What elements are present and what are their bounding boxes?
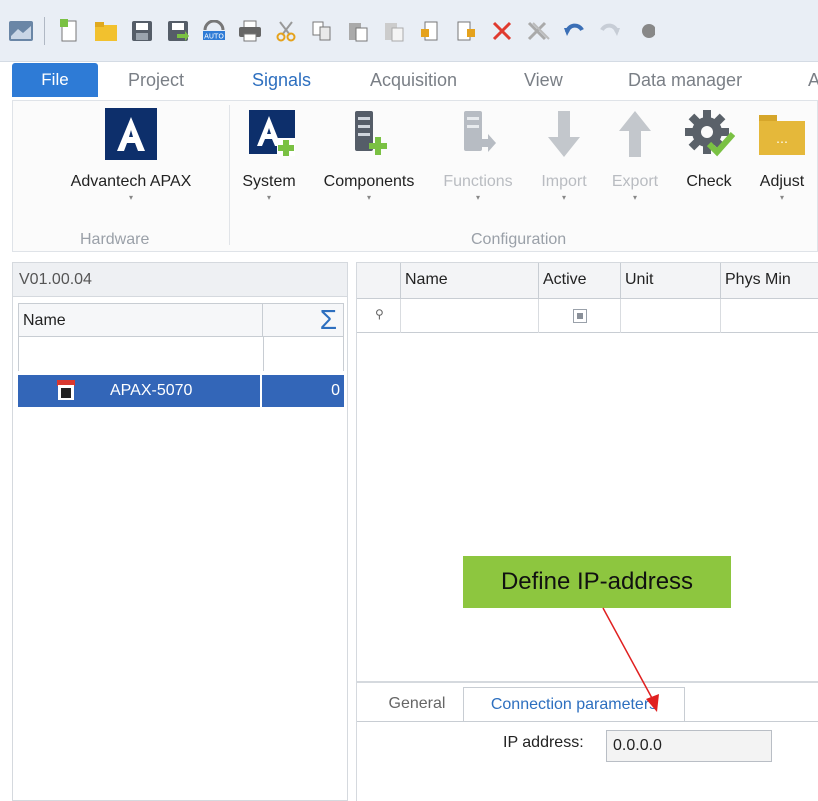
components-add-icon bbox=[343, 107, 395, 161]
chevron-down-icon: ▾ bbox=[632, 193, 637, 202]
tab-overflow[interactable]: A bbox=[808, 70, 818, 91]
chevron-down-icon: ▾ bbox=[475, 193, 480, 202]
tab-view[interactable]: View bbox=[524, 70, 563, 91]
callout-define-ip: Define IP-address bbox=[463, 556, 731, 608]
grid-filter-row: ⚲ bbox=[357, 299, 818, 333]
folder-icon: … bbox=[756, 107, 808, 161]
components-label: Components bbox=[323, 173, 415, 190]
ip-address-label: IP address: bbox=[503, 734, 584, 751]
tree-row-apax-5070[interactable]: APAX-5070 0 bbox=[18, 375, 344, 407]
export-label: Export bbox=[611, 173, 659, 190]
tree-header: Name Σ bbox=[18, 303, 344, 337]
tab-project[interactable]: Project bbox=[128, 70, 184, 91]
import-file-icon[interactable] bbox=[417, 18, 443, 44]
quick-access-toolbar: AUTO bbox=[0, 0, 818, 62]
toolbar-separator bbox=[44, 16, 45, 45]
delete-icon[interactable] bbox=[489, 18, 515, 44]
ribbon-tab-bar: Project Signals Acquisition View Data ma… bbox=[0, 62, 818, 100]
chevron-down-icon: ▾ bbox=[128, 193, 133, 202]
grid-header: Name Active Unit Phys Min bbox=[357, 263, 818, 299]
check-label: Check bbox=[686, 173, 732, 190]
gear-check-icon bbox=[683, 107, 735, 161]
adjust-label: Adjust bbox=[759, 173, 805, 190]
functions-label: Functions bbox=[443, 173, 513, 190]
device-icon bbox=[57, 380, 75, 400]
column-header-name[interactable]: Name bbox=[401, 263, 539, 299]
functions-button[interactable]: Functions ▾ bbox=[437, 107, 519, 202]
chevron-down-icon: ▾ bbox=[366, 193, 371, 202]
paste-special-icon[interactable] bbox=[381, 18, 407, 44]
paste-icon[interactable] bbox=[345, 18, 371, 44]
redo-icon[interactable] bbox=[597, 18, 623, 44]
group-label-hardware: Hardware bbox=[80, 231, 150, 248]
filter-cell-name[interactable] bbox=[401, 299, 539, 333]
version-label: V01.00.04 bbox=[13, 263, 347, 297]
tab-general[interactable]: General bbox=[367, 687, 467, 721]
column-header-name[interactable]: Name bbox=[19, 304, 263, 336]
chevron-down-icon: ▾ bbox=[266, 193, 271, 202]
check-button[interactable]: Check bbox=[679, 107, 739, 191]
column-header-unit[interactable]: Unit bbox=[621, 263, 721, 299]
pin-icon[interactable]: ⚲ bbox=[375, 307, 384, 321]
print-icon[interactable] bbox=[237, 18, 263, 44]
save-as-icon[interactable] bbox=[165, 18, 191, 44]
signal-grid: Name Active Unit Phys Min ⚲ bbox=[356, 262, 818, 682]
import-button[interactable]: Import ▾ bbox=[533, 107, 595, 202]
copy-icon[interactable] bbox=[309, 18, 335, 44]
group-label-configuration: Configuration bbox=[471, 231, 567, 248]
tree-filter-row[interactable] bbox=[18, 337, 344, 371]
tab-connection-parameters[interactable]: Connection parameters bbox=[463, 687, 685, 721]
column-header-active[interactable]: Active bbox=[539, 263, 621, 299]
chevron-down-icon: ▾ bbox=[561, 193, 566, 202]
arrow-up-icon bbox=[609, 107, 661, 161]
settings-icon[interactable] bbox=[633, 18, 659, 44]
device-signal-count: 0 bbox=[331, 382, 340, 399]
ribbon-group-separator bbox=[229, 105, 230, 245]
tab-file[interactable]: File bbox=[12, 63, 98, 97]
system-button[interactable]: System ▾ bbox=[237, 107, 301, 202]
connection-parameters-panel: IP address: bbox=[357, 721, 818, 801]
tab-signals[interactable]: Signals bbox=[252, 70, 311, 91]
advantech-apax-label: Advantech APAX bbox=[70, 173, 192, 190]
filter-cell-unit[interactable] bbox=[621, 299, 721, 333]
ribbon: Advantech APAX ▾ Hardware System ▾ Compo… bbox=[12, 100, 818, 252]
adjust-button[interactable]: … Adjust ▾ bbox=[749, 107, 815, 202]
save-icon[interactable] bbox=[129, 18, 155, 44]
cut-icon[interactable] bbox=[273, 18, 299, 44]
advantech-apax-button[interactable]: Advantech APAX ▾ bbox=[51, 107, 211, 202]
tab-acquisition[interactable]: Acquisition bbox=[370, 70, 457, 91]
advantech-logo-icon bbox=[105, 107, 157, 161]
import-label: Import bbox=[541, 173, 587, 190]
export-file-icon[interactable] bbox=[453, 18, 479, 44]
svg-text:AUTO: AUTO bbox=[204, 32, 224, 40]
arrow-down-icon bbox=[538, 107, 590, 161]
device-name: APAX-5070 bbox=[110, 382, 193, 399]
chevron-down-icon: ▾ bbox=[779, 193, 784, 202]
properties-panel: General Connection parameters IP address… bbox=[356, 682, 818, 801]
svg-text:…: … bbox=[776, 132, 788, 146]
active-filter-checkbox[interactable] bbox=[573, 309, 587, 323]
components-button[interactable]: Components ▾ bbox=[319, 107, 419, 202]
ip-address-field[interactable] bbox=[606, 730, 772, 762]
auto-icon[interactable]: AUTO bbox=[201, 18, 227, 44]
new-icon[interactable] bbox=[57, 18, 83, 44]
system-add-icon bbox=[243, 107, 295, 161]
column-header-phys-min[interactable]: Phys Min bbox=[721, 263, 818, 299]
filter-cell-phys-min[interactable] bbox=[721, 299, 818, 333]
app-menu-icon[interactable] bbox=[8, 18, 34, 44]
undo-icon[interactable] bbox=[561, 18, 587, 44]
export-button[interactable]: Export ▾ bbox=[603, 107, 667, 202]
delete-all-icon[interactable] bbox=[525, 18, 551, 44]
hardware-tree-panel: V01.00.04 Name Σ APAX-5070 0 bbox=[12, 262, 348, 801]
tab-data-manager[interactable]: Data manager bbox=[628, 70, 742, 91]
functions-icon bbox=[452, 107, 504, 161]
sum-icon[interactable]: Σ bbox=[265, 304, 343, 336]
open-icon[interactable] bbox=[93, 18, 119, 44]
row-indicator-header bbox=[357, 263, 401, 299]
system-label: System bbox=[242, 173, 296, 190]
filter-cell-active[interactable] bbox=[539, 299, 621, 333]
